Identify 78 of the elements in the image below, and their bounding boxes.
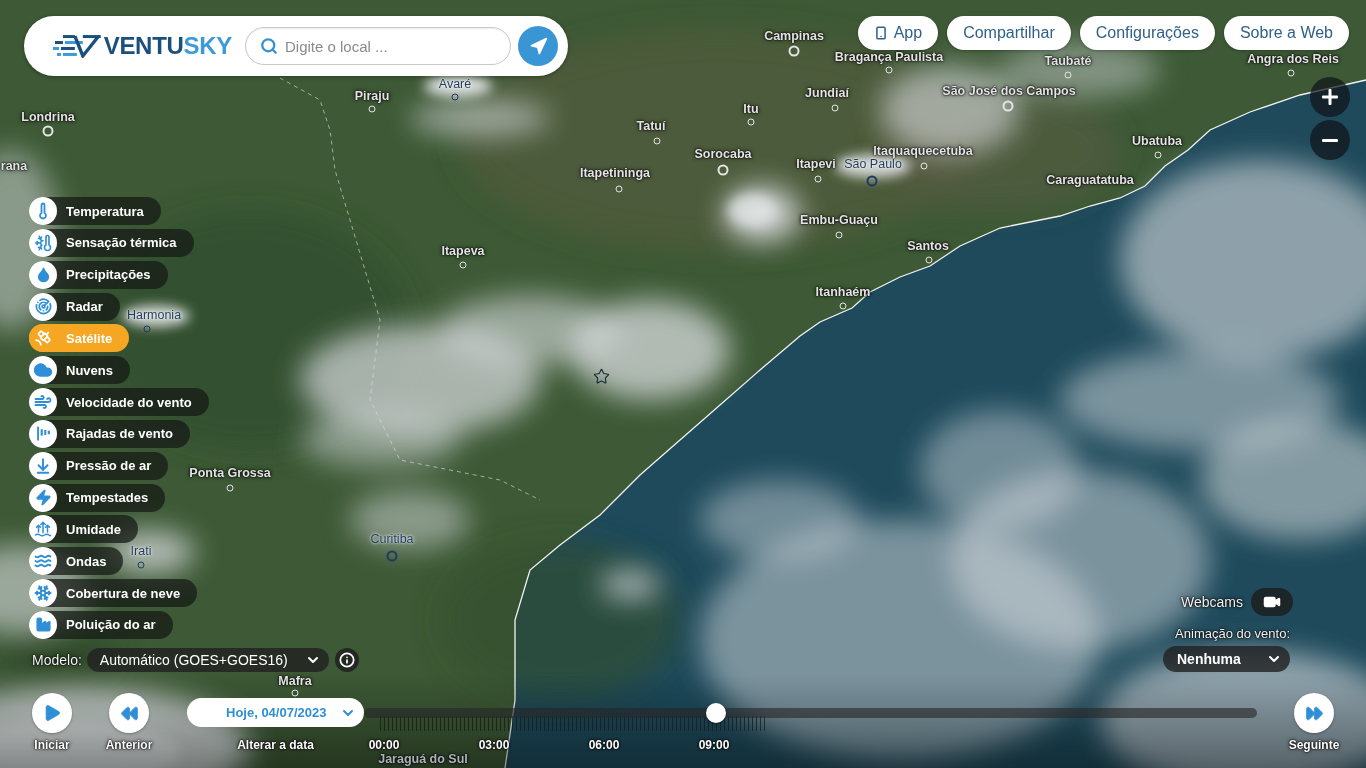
nav-button[interactable]: Sobre a Web [1223,16,1349,50]
date-dropdown[interactable]: Hoje, 04/07/2023 [187,698,364,727]
model-dropdown[interactable]: Automático (GOES+GOES16) [86,647,329,672]
city-label: Santos [907,239,949,253]
hour-label: 09:00 [698,738,730,752]
layer-button[interactable]: Umidade [29,515,138,544]
layer-button[interactable]: Radar [29,292,120,321]
city-label: Irati [130,544,152,558]
city-label: São Paulo [844,157,902,171]
layer-button[interactable]: Rajadas de vento [29,419,190,448]
city-label: Embu-Guaçu [800,213,878,227]
city-label: Bragança Paulista [834,50,944,64]
wind-animation-dropdown[interactable]: Nenhuma [1163,646,1290,672]
city-label: Itapetininga [579,166,651,180]
waves-icon [29,547,57,576]
hour-label: 06:00 [588,738,620,752]
layer-button[interactable]: Tempestades [29,483,166,512]
nav-button[interactable]: Compartilhar [947,16,1071,50]
city-label: Sorocaba [694,147,752,161]
nav-button[interactable]: App [857,16,939,50]
city-label: Londrina [21,110,75,124]
city-label: Ubatuba [1132,134,1182,148]
layer-button[interactable]: Pressão de ar [29,451,169,480]
layer-button[interactable]: Poluição do ar [29,610,173,639]
thermometer-icon [29,197,57,225]
webcams-label: Webcams [1181,594,1243,610]
logo-text[interactable]: VENTUSKY [103,32,232,60]
layer-button[interactable]: Precipitações [29,260,168,289]
city-label: Itapeva [441,244,485,258]
layer-button[interactable]: Velocidade do vento [29,388,209,417]
smartphone-icon [873,26,888,40]
plus-icon [1322,89,1338,105]
city-label: Itu [743,102,759,116]
layer-button[interactable]: Temperatura [29,197,161,225]
wind-animation-label: Animação do vento: [1175,626,1290,641]
city-label: Jaraguá do Sul [378,752,468,766]
arrows-up-waves-icon [29,515,57,544]
city-label: Jundiaí [805,86,849,100]
hour-label: 03:00 [478,738,510,752]
city-label: Harmonia [126,308,182,322]
city-label: Itanhaém [815,285,871,299]
city-label: Avaré [438,77,472,91]
control-caption: Iniciar [34,738,70,752]
search-icon [260,37,278,55]
search-field[interactable]: Digite o local ... [245,27,511,65]
city-label: Angra dos Reis [1247,52,1339,66]
city-label: Tatuí [636,119,666,133]
snowflake-icon [29,579,57,608]
cloud-icon [29,356,57,385]
model-label: Modelo: [32,651,82,668]
locate-button[interactable] [518,26,558,66]
minus-icon [1322,138,1338,142]
control-caption: Seguinte [1288,738,1340,752]
hour-label: 00:00 [368,738,400,752]
city-label: Taubaté [1044,54,1092,68]
layer-button[interactable]: Ondas [29,547,124,576]
city-label: Caraguatatuba [1046,173,1134,187]
layer-button[interactable]: Sensação térmica [29,228,194,257]
city-label: Ponta Grossa [189,466,271,480]
layer-button[interactable]: Nuvens [29,356,130,385]
info-icon [338,651,355,668]
city-label: Itaquaquecetuba [873,144,973,158]
logo-icon [53,34,103,58]
city-label: Mafra [278,674,312,688]
city-label: Campinas [764,29,824,43]
control-caption: Alterar a data [237,738,314,752]
city-label: Piraju [354,89,390,103]
nav-button[interactable]: Configurações [1079,16,1215,50]
wind-icon [29,388,57,417]
city-label: rana [0,159,28,173]
control-caption: Anterior [105,738,153,752]
city-label: São José dos Campos [942,84,1076,98]
city-label: Itapevi [796,157,836,171]
webcams-button[interactable] [1251,588,1293,616]
star-icon[interactable] [593,368,610,385]
layer-button[interactable]: Cobertura de neve [29,579,198,608]
navigation-arrow-icon [528,36,548,56]
city-label: Curitiba [370,532,414,546]
